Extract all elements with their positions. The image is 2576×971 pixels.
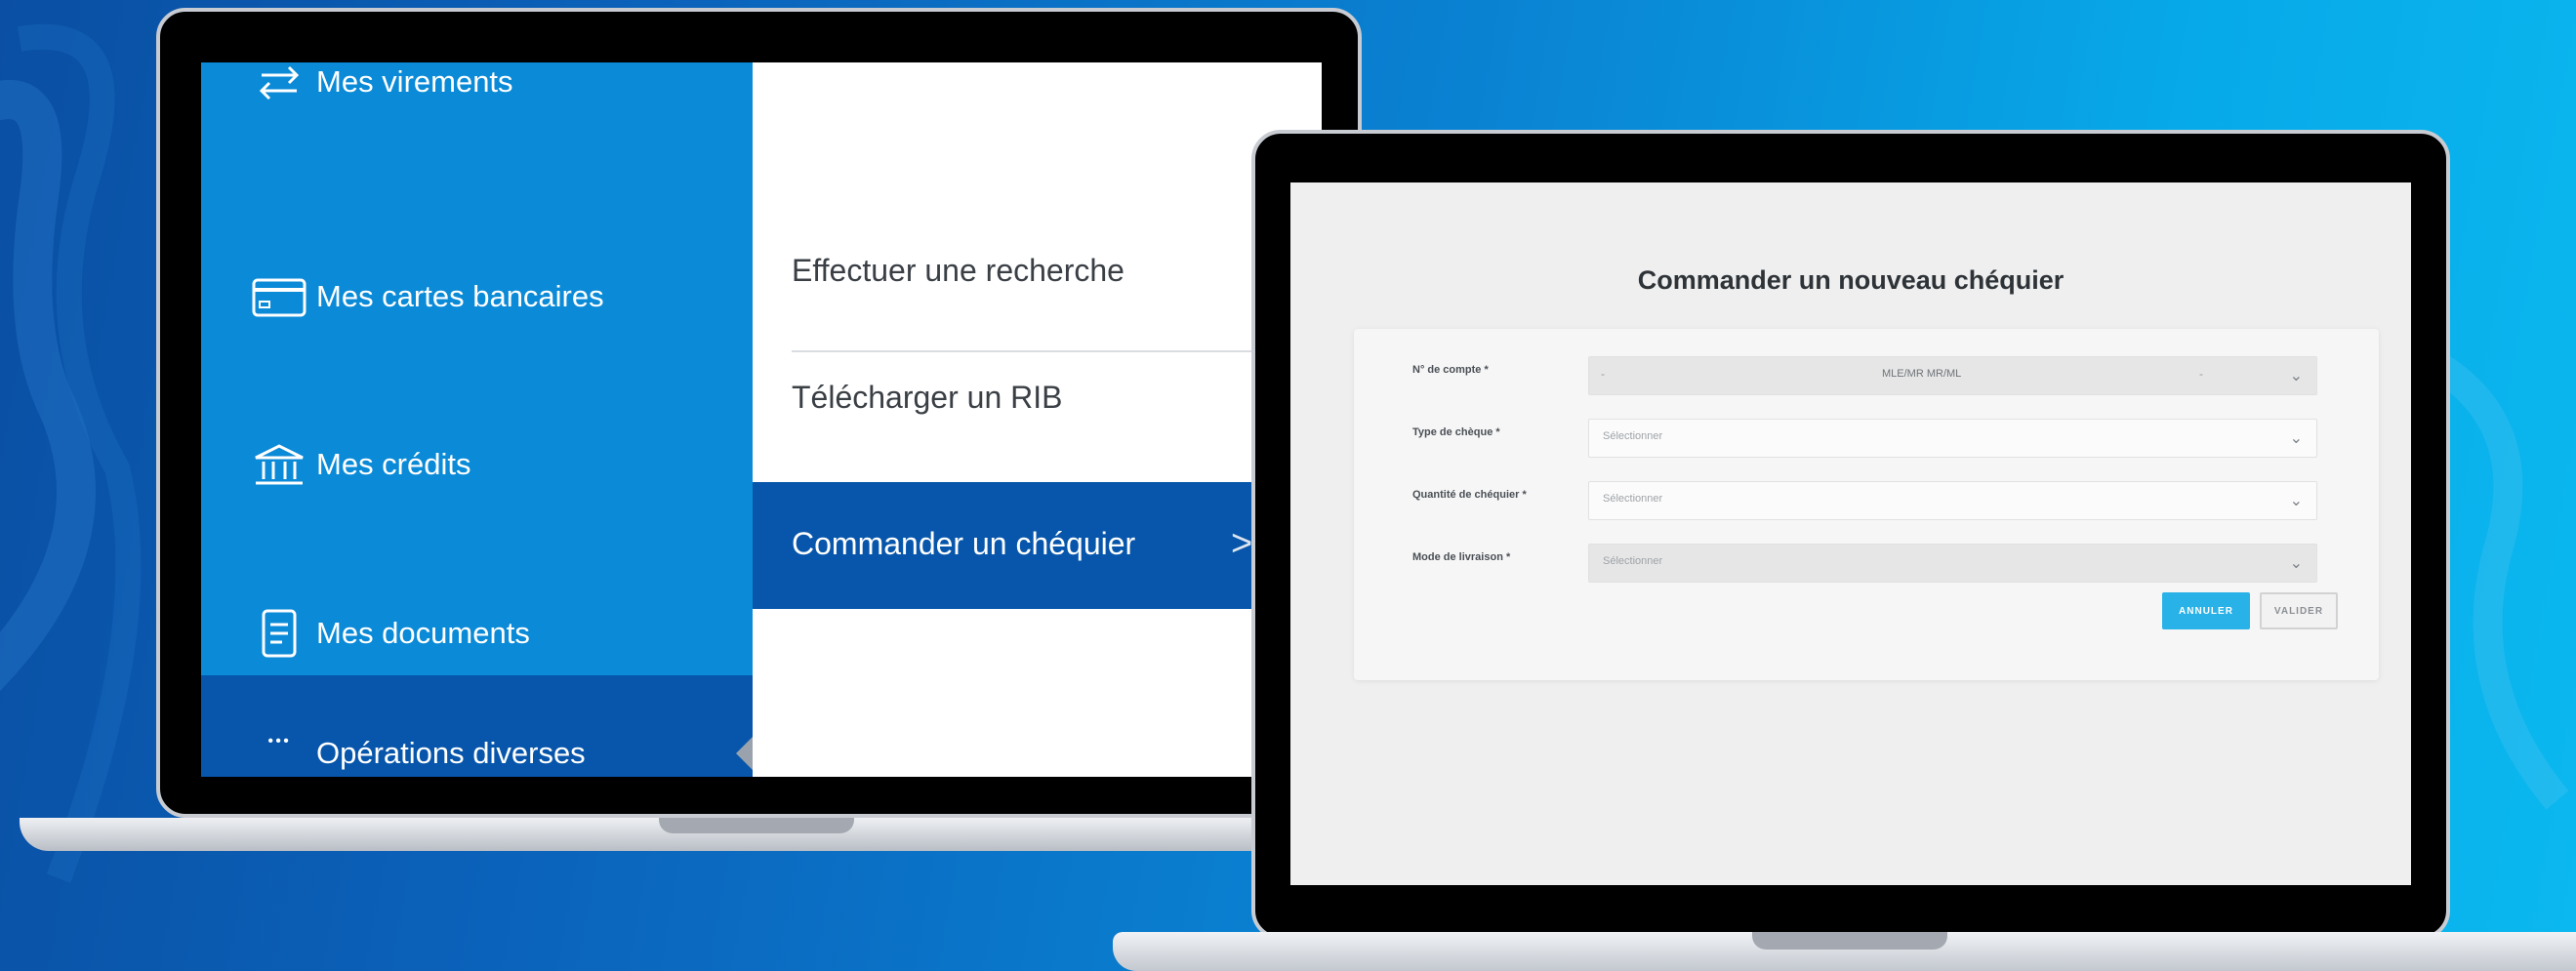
submenu-item-label: Effectuer une recherche [792, 253, 1124, 288]
sidebar: Mes virements Mes cartes bancaires Mes c… [201, 62, 754, 777]
laptop-left-notch [659, 818, 854, 833]
submenu-item-chequier[interactable]: Commander un chéquier > [753, 482, 1322, 609]
field-label: Type de chèque * [1412, 426, 1500, 438]
chevron-right-icon: > [1231, 523, 1253, 564]
sidebar-item-credits[interactable]: Mes crédits [201, 416, 753, 513]
sidebar-item-operations-diverses[interactable]: Opérations diverses [201, 675, 753, 777]
laptop-right: Commander un nouveau chéquier N° de comp… [1251, 130, 2450, 940]
sidebar-item-label: Mes virements [316, 64, 513, 99]
submenu-divider [792, 350, 1322, 352]
sidebar-item-label: Mes crédits [316, 447, 471, 481]
field-row-cheque-type: Type de chèque * Sélectionner ⌄ [1354, 409, 2379, 467]
delivery-mode-select[interactable]: Sélectionner ⌄ [1588, 544, 2317, 583]
submenu: Effectuer une recherche Télécharger un R… [753, 62, 1322, 777]
quantity-select[interactable]: Sélectionner ⌄ [1588, 481, 2317, 520]
more-dots-icon [268, 738, 289, 744]
field-row-quantity: Quantité de chéquier * Sélectionner ⌄ [1354, 471, 2379, 530]
transfer-arrows-icon [259, 65, 300, 101]
field-label: Mode de livraison * [1412, 551, 1511, 563]
submenu-item-rib[interactable]: Télécharger un RIB [753, 360, 1322, 487]
laptop-left: Mes virements Mes cartes bancaires Mes c… [156, 8, 1362, 818]
field-label: Quantité de chéquier * [1412, 489, 1527, 501]
select-value: MLE/MR MR/ML [1882, 368, 1962, 380]
submenu-item-label: Télécharger un RIB [792, 380, 1063, 415]
chevron-down-icon: ⌄ [2289, 430, 2303, 447]
sidebar-item-label: Mes cartes bancaires [316, 279, 604, 313]
chevron-down-icon: ⌄ [2289, 555, 2303, 572]
active-caret [736, 736, 754, 771]
sidebar-item-cartes[interactable]: Mes cartes bancaires [201, 248, 753, 345]
masked-value: - [1601, 367, 1605, 381]
bank-building-icon [255, 444, 304, 485]
document-icon [262, 609, 297, 658]
sidebar-item-virements[interactable]: Mes virements [201, 62, 753, 131]
masked-value: - [2199, 367, 2203, 381]
select-placeholder: Sélectionner [1603, 555, 1663, 567]
laptop-right-notch [1752, 932, 1947, 950]
submenu-item-label: Commander un chéquier [792, 526, 1136, 561]
field-row-delivery: Mode de livraison * Sélectionner ⌄ [1354, 534, 2379, 592]
page-title: Commander un nouveau chéquier [1637, 265, 2065, 295]
sidebar-item-label: Mes documents [316, 616, 530, 650]
sidebar-item-documents[interactable]: Mes documents [201, 585, 753, 682]
select-placeholder: Sélectionner [1603, 493, 1663, 505]
chevron-down-icon: ⌄ [2289, 493, 2303, 509]
banking-menu-screen: Mes virements Mes cartes bancaires Mes c… [201, 62, 1322, 777]
account-select[interactable]: - MLE/MR MR/ML - ⌄ [1588, 356, 2317, 395]
field-label: N° de compte * [1412, 364, 1489, 376]
cheque-type-select[interactable]: Sélectionner ⌄ [1588, 419, 2317, 458]
order-form: N° de compte * - MLE/MR MR/ML - ⌄ Type d… [1354, 329, 2379, 680]
chevron-down-icon: ⌄ [2289, 368, 2303, 384]
select-placeholder: Sélectionner [1603, 430, 1663, 442]
order-chequebook-screen: Commander un nouveau chéquier N° de comp… [1290, 182, 2411, 885]
submenu-item-recherche[interactable]: Effectuer une recherche [753, 223, 1322, 350]
credit-card-icon [252, 278, 307, 317]
submit-button[interactable]: VALIDER [2260, 592, 2338, 629]
sidebar-item-label: Opérations diverses [316, 736, 586, 770]
field-row-account: N° de compte * - MLE/MR MR/ML - ⌄ [1354, 346, 2379, 405]
cancel-button[interactable]: ANNULER [2162, 592, 2250, 629]
